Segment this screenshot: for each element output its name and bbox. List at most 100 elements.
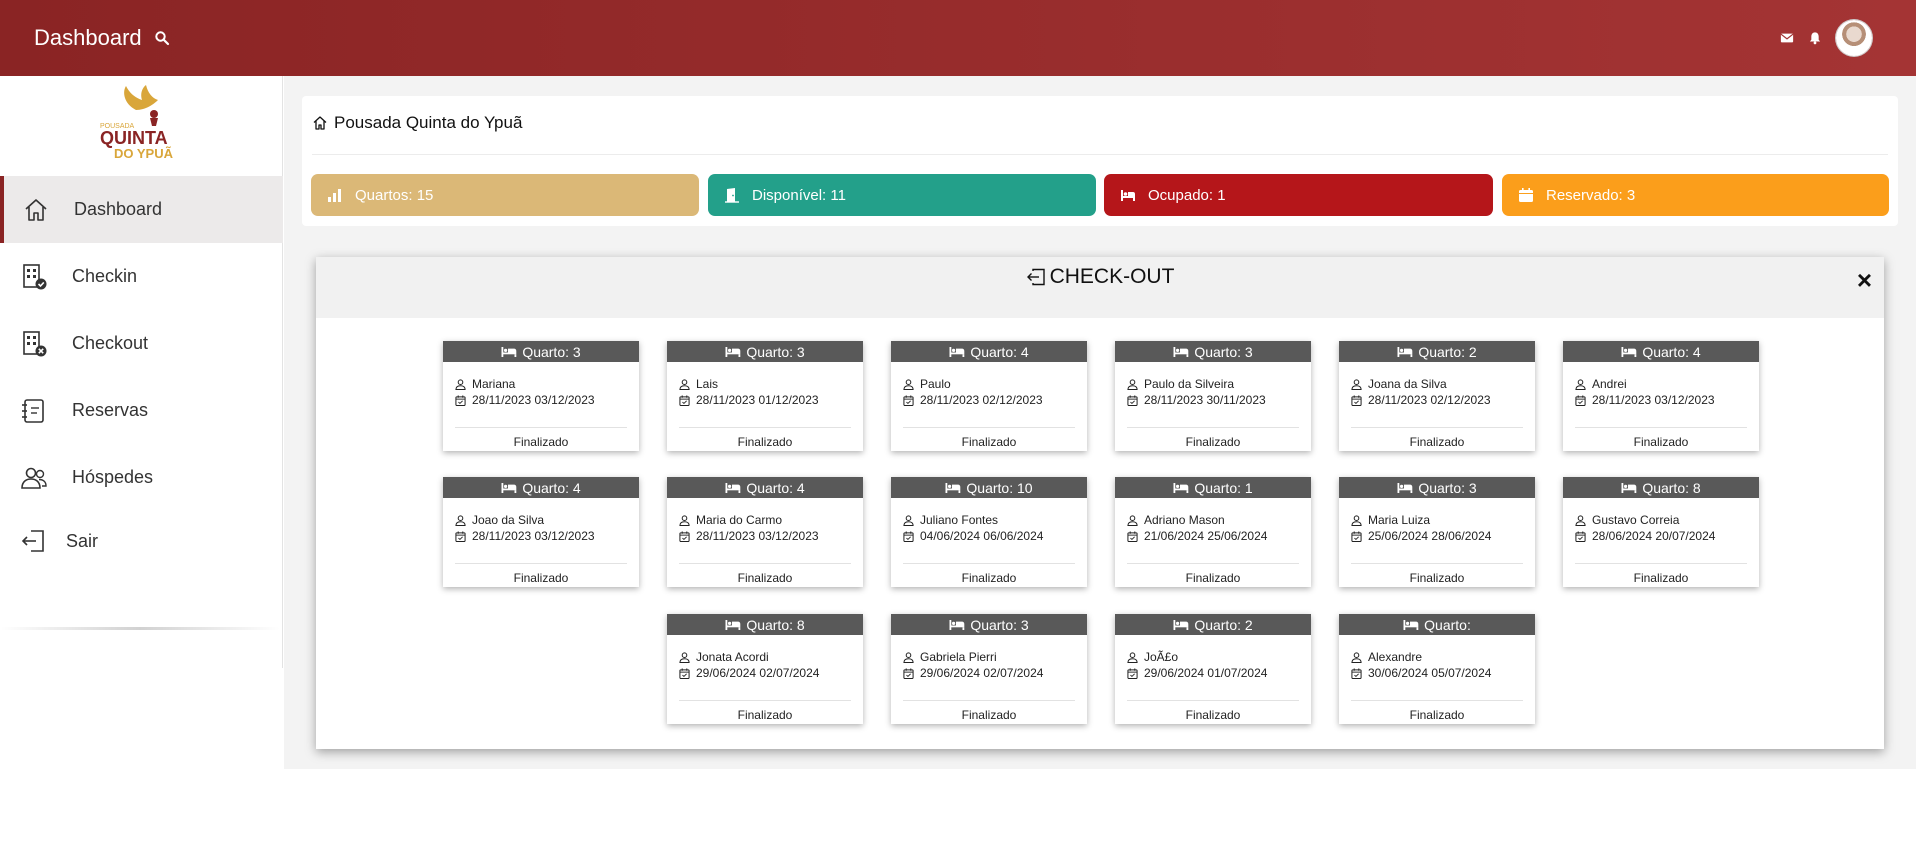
- person-icon: [1575, 514, 1586, 526]
- stat-occupied[interactable]: Ocupado: 1: [1104, 174, 1493, 216]
- modal-title: CHECK-OUT: [316, 265, 1884, 289]
- card-status: Finalizado: [1409, 708, 1465, 722]
- guest-name: Lais: [696, 377, 719, 391]
- checkout-card[interactable]: Quarto: 3 Mariana 28/11/2023 03/12/2023 Fin…: [443, 341, 639, 451]
- logout-icon: [21, 530, 44, 552]
- checkout-card[interactable]: Quarto: 3 Gabriela Pierri 29/06/2024 02/07…: [891, 614, 1087, 724]
- card-status: Finalizado: [737, 708, 793, 722]
- person-icon: [1127, 378, 1138, 390]
- sidebar-item-dashboard[interactable]: Dashboard: [0, 176, 283, 243]
- stay-dates: 29/06/2024 02/07/2024: [920, 666, 1044, 680]
- checkout-card[interactable]: Quarto: Alexandre 30/06/2024 05/07/2024 Fin…: [1339, 614, 1535, 724]
- stay-dates: 29/06/2024 02/07/2024: [696, 666, 820, 680]
- card-status: Finalizado: [961, 435, 1017, 449]
- dates-row: 28/11/2023 01/12/2023: [679, 393, 819, 407]
- guest-name: Maria do Carmo: [696, 513, 783, 527]
- bed-icon: [725, 346, 741, 358]
- checkout-card[interactable]: Quarto: 3 Lais 28/11/2023 01/12/2023 Finali…: [667, 341, 863, 451]
- checkout-card[interactable]: Quarto: 3 Maria Luiza 25/06/2024 28/06/202…: [1339, 477, 1535, 587]
- stat-reserved[interactable]: Reservado: 3: [1502, 174, 1889, 216]
- bar-chart-icon: [328, 189, 341, 202]
- guest-name: Andrei: [1592, 377, 1627, 391]
- stay-dates: 28/11/2023 03/12/2023: [1592, 393, 1715, 407]
- avatar[interactable]: [1836, 20, 1872, 56]
- card-divider: [1575, 427, 1747, 428]
- bell-icon[interactable]: [1808, 31, 1822, 45]
- guest-name: Joana da Silva: [1368, 377, 1447, 391]
- bed-icon: [1397, 482, 1413, 494]
- room-label: Quarto: 2: [1194, 616, 1253, 633]
- checkout-card[interactable]: Quarto: 4 Maria do Carmo 28/11/2023 03/12/…: [667, 477, 863, 587]
- stat-available-label: Disponível: 11: [752, 186, 846, 204]
- sidebar-item-reservas[interactable]: Reservas: [0, 377, 283, 444]
- room-label: Quarto: 4: [970, 343, 1029, 360]
- stat-rooms[interactable]: Quartos: 15: [311, 174, 699, 216]
- person-icon: [679, 514, 690, 526]
- checkout-card[interactable]: Quarto: 3 Paulo da Silveira 28/11/2023 30/…: [1115, 341, 1311, 451]
- calendar-check-icon: [1351, 530, 1362, 542]
- close-button[interactable]: ×: [1857, 267, 1872, 293]
- stay-dates: 28/11/2023 02/12/2023: [920, 393, 1043, 407]
- sidebar-item-checkin[interactable]: Checkin: [0, 243, 283, 310]
- checkout-modal: CHECK-OUT × Quarto: 3 Mariana 28/11/2023 0…: [316, 257, 1884, 749]
- checkout-card[interactable]: Quarto: 4 Paulo 28/11/2023 02/12/2023 Final…: [891, 341, 1087, 451]
- guest-row: Mariana: [455, 377, 515, 391]
- dates-row: 28/11/2023 03/12/2023: [1575, 393, 1715, 407]
- person-icon: [903, 514, 914, 526]
- bed-icon: [501, 482, 517, 494]
- bed-icon: [1403, 619, 1419, 631]
- guest-name: Mariana: [472, 377, 516, 391]
- checkout-card[interactable]: Quarto: 8 Jonata Acordi 29/06/2024 02/07/2…: [667, 614, 863, 724]
- card-divider: [1351, 700, 1523, 701]
- dates-row: 28/11/2023 03/12/2023: [679, 529, 819, 543]
- calendar-check-icon: [1575, 530, 1586, 542]
- checkout-card[interactable]: Quarto: 2 JoÃ£o 29/06/2024 01/07/2024 Final…: [1115, 614, 1311, 724]
- checkout-card[interactable]: Quarto: 1 Adriano Mason 21/06/2024 25/06/2…: [1115, 477, 1311, 587]
- card-header: Quarto: 3: [667, 341, 863, 362]
- bed-icon: [501, 346, 517, 358]
- guest-row: Alexandre: [1351, 650, 1422, 664]
- envelope-icon[interactable]: [1780, 31, 1794, 45]
- stay-dates: 28/11/2023 30/11/2023: [1144, 393, 1266, 407]
- sidebar-item-label: Checkin: [72, 266, 138, 286]
- card-status: Finalizado: [961, 708, 1017, 722]
- sidebar-item-sair[interactable]: Sair: [0, 511, 283, 571]
- guest-name: Paulo da Silveira: [1144, 377, 1235, 391]
- calendar-check-icon: [1351, 667, 1362, 679]
- guest-name: Joao da Silva: [472, 513, 545, 527]
- card-header: Quarto: 4: [443, 477, 639, 498]
- card-divider: [903, 427, 1075, 428]
- sidebar-item-checkout[interactable]: Checkout: [0, 310, 283, 377]
- bed-icon: [1173, 619, 1189, 631]
- guest-name: JoÃ£o: [1144, 650, 1179, 664]
- person-icon: [1351, 514, 1362, 526]
- person-icon: [1127, 514, 1138, 526]
- bed-icon: [1173, 482, 1189, 494]
- sidebar-item-label: Checkout: [72, 333, 149, 353]
- guest-row: Joana da Silva: [1351, 377, 1447, 391]
- card-header: Quarto: 3: [443, 341, 639, 362]
- stat-available[interactable]: Disponível: 11: [708, 174, 1096, 216]
- stay-dates: 28/11/2023 02/12/2023: [1368, 393, 1491, 407]
- guest-row: Gustavo Correia: [1575, 513, 1679, 527]
- checkout-card[interactable]: Quarto: 4 Andrei 28/11/2023 03/12/2023 Fina…: [1563, 341, 1759, 451]
- person-icon: [903, 651, 914, 663]
- summary-panel: Pousada Quinta do Ypuã Quartos: 15 Dispo…: [302, 96, 1898, 226]
- room-label: Quarto: 3: [1418, 479, 1477, 496]
- card-header: Quarto: 8: [1563, 477, 1759, 498]
- guest-row: Adriano Mason: [1127, 513, 1225, 527]
- checkout-card[interactable]: Quarto: 8 Gustavo Correia 28/06/2024 20/07…: [1563, 477, 1759, 587]
- stay-dates: 29/06/2024 01/07/2024: [1144, 666, 1268, 680]
- dates-row: 30/06/2024 05/07/2024: [1351, 666, 1491, 680]
- stay-dates: 28/11/2023 03/12/2023: [472, 529, 595, 543]
- card-status: Finalizado: [1409, 571, 1465, 585]
- card-status: Finalizado: [961, 571, 1017, 585]
- sidebar-item-hospedes[interactable]: Hóspedes: [0, 444, 283, 511]
- checkout-card[interactable]: Quarto: 2 Joana da Silva 28/11/2023 02/12/…: [1339, 341, 1535, 451]
- stay-dates: 21/06/2024 25/06/2024: [1144, 529, 1268, 543]
- dates-row: 28/11/2023 30/11/2023: [1127, 393, 1266, 407]
- checkout-card[interactable]: Quarto: 4 Joao da Silva 28/11/2023 03/12/2…: [443, 477, 639, 587]
- dates-row: 28/06/2024 20/07/2024: [1575, 529, 1715, 543]
- search-icon[interactable]: [154, 30, 170, 46]
- checkout-card[interactable]: Quarto: 10 Juliano Fontes 04/06/2024 06/06…: [891, 477, 1087, 587]
